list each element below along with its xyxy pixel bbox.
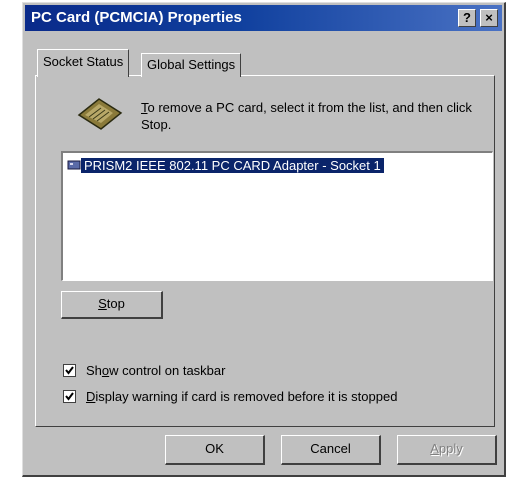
list-item[interactable]: PRISM2 IEEE 802.11 PC CARD Adapter - Soc… <box>67 157 384 175</box>
tab-global-settings[interactable]: Global Settings <box>141 53 242 77</box>
device-list[interactable]: PRISM2 IEEE 802.11 PC CARD Adapter - Soc… <box>61 151 493 281</box>
apply-button[interactable]: Apply <box>397 435 497 465</box>
display-warning-label: Display warning if card is removed befor… <box>86 389 398 404</box>
close-button[interactable]: × <box>480 9 498 27</box>
checkmark-icon <box>65 366 74 375</box>
title-bar[interactable]: PC Card (PCMCIA) Properties ? × <box>25 5 502 31</box>
display-warning-checkbox-row[interactable]: Display warning if card is removed befor… <box>63 389 397 405</box>
properties-dialog: PC Card (PCMCIA) Properties ? × Socket S… <box>22 2 506 477</box>
show-control-label: Show control on taskbar <box>86 363 226 378</box>
show-control-checkbox-row[interactable]: Show control on taskbar <box>63 363 225 379</box>
pc-card-icon <box>77 98 123 130</box>
ok-button[interactable]: OK <box>165 435 265 465</box>
cancel-button[interactable]: Cancel <box>281 435 381 465</box>
stop-button[interactable]: Stop <box>61 291 163 319</box>
show-control-checkbox[interactable] <box>63 364 76 378</box>
window-title: PC Card (PCMCIA) Properties <box>31 9 242 26</box>
help-button[interactable]: ? <box>458 9 476 27</box>
network-card-icon <box>67 160 81 170</box>
display-warning-checkbox[interactable] <box>63 390 76 404</box>
checkmark-icon <box>65 392 74 401</box>
tab-socket-status[interactable]: Socket Status <box>37 49 130 77</box>
instruction-text: To remove a PC card, select it from the … <box>141 100 472 132</box>
